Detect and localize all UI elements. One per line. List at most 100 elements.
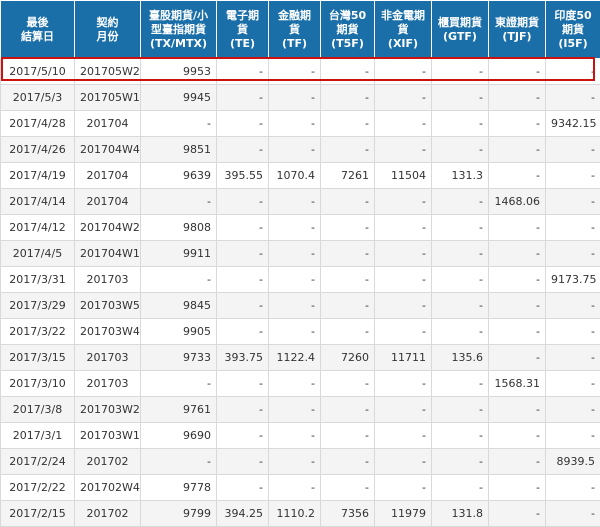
tx-mtx-cell: - (141, 111, 217, 137)
gtf-cell: - (432, 267, 489, 293)
tjf-cell: - (489, 501, 546, 527)
table-row: 2017/3/1201703W19690------- (1, 423, 600, 449)
t5f-cell: - (321, 449, 375, 475)
gtf-cell: - (432, 85, 489, 111)
contract-month-cell: 201703W4 (75, 319, 141, 345)
table-row: 2017/4/26201704W49851------- (1, 137, 600, 163)
header-settlement-date: 最後結算日 (1, 1, 75, 59)
header-contract-month: 契約月份 (75, 1, 141, 59)
contract-month-cell: 201704W4 (75, 137, 141, 163)
table-row: 2017/4/28201704-------9342.15 (1, 111, 600, 137)
tx-mtx-cell: - (141, 267, 217, 293)
header-line: (TJF) (491, 30, 543, 44)
tf-cell: - (269, 241, 321, 267)
i5f-cell: - (546, 475, 600, 501)
tjf-cell: - (489, 59, 546, 85)
i5f-cell: - (546, 423, 600, 449)
tx-mtx-cell: 9845 (141, 293, 217, 319)
contract-month-cell: 201703 (75, 267, 141, 293)
tjf-cell: - (489, 449, 546, 475)
xif-cell: - (375, 267, 432, 293)
header-line: 印度50 (548, 9, 598, 23)
t5f-cell: - (321, 241, 375, 267)
xif-cell: - (375, 319, 432, 345)
table-row: 2017/2/152017029799394.251110.2735611979… (1, 501, 600, 527)
contract-month-cell: 201703 (75, 345, 141, 371)
gtf-cell: 131.8 (432, 501, 489, 527)
header-te: 電子期貨(TE) (217, 1, 269, 59)
te-cell: - (217, 189, 269, 215)
gtf-cell: - (432, 293, 489, 319)
te-cell: 395.55 (217, 163, 269, 189)
tjf-cell: - (489, 423, 546, 449)
gtf-cell: 131.3 (432, 163, 489, 189)
tf-cell: - (269, 85, 321, 111)
header-line: 櫃買期貨 (434, 16, 486, 30)
settlement-date-cell: 2017/4/14 (1, 189, 75, 215)
settlement-date-cell: 2017/4/26 (1, 137, 75, 163)
header-row: 最後結算日 契約月份 臺股期貨/小型臺指期貨(TX/MTX) 電子期貨(TE) … (1, 1, 600, 59)
gtf-cell: 135.6 (432, 345, 489, 371)
tx-mtx-cell: 9953 (141, 59, 217, 85)
tf-cell: 1070.4 (269, 163, 321, 189)
header-line: 結算日 (3, 30, 72, 44)
te-cell: - (217, 397, 269, 423)
tjf-cell: 1468.06 (489, 189, 546, 215)
i5f-cell: - (546, 215, 600, 241)
gtf-cell: - (432, 241, 489, 267)
header-tf: 金融期貨(TF) (269, 1, 321, 59)
table-row: 2017/3/29201703W59845------- (1, 293, 600, 319)
gtf-cell: - (432, 319, 489, 345)
t5f-cell: - (321, 59, 375, 85)
table-header: 最後結算日 契約月份 臺股期貨/小型臺指期貨(TX/MTX) 電子期貨(TE) … (1, 1, 600, 59)
table-row: 2017/3/8201703W29761------- (1, 397, 600, 423)
tf-cell: 1122.4 (269, 345, 321, 371)
tx-mtx-cell: 9905 (141, 319, 217, 345)
t5f-cell: - (321, 371, 375, 397)
header-line: 非金電期 (377, 9, 429, 23)
xif-cell: - (375, 189, 432, 215)
t5f-cell: - (321, 215, 375, 241)
contract-month-cell: 201704W2 (75, 215, 141, 241)
te-cell: - (217, 59, 269, 85)
contract-month-cell: 201704 (75, 189, 141, 215)
i5f-cell: - (546, 293, 600, 319)
tf-cell: - (269, 319, 321, 345)
table-row: 2017/5/3201705W19945------- (1, 85, 600, 111)
header-line: (TF) (271, 37, 318, 51)
tf-cell: - (269, 267, 321, 293)
settlement-date-cell: 2017/3/15 (1, 345, 75, 371)
settlement-date-cell: 2017/3/8 (1, 397, 75, 423)
header-line: 東證期貨 (491, 16, 543, 30)
xif-cell: - (375, 293, 432, 319)
xif-cell: - (375, 423, 432, 449)
settlement-date-cell: 2017/2/24 (1, 449, 75, 475)
table-row: 2017/3/22201703W49905------- (1, 319, 600, 345)
xif-cell: 11504 (375, 163, 432, 189)
header-line: (TE) (219, 37, 266, 51)
xif-cell: 11979 (375, 501, 432, 527)
settlement-date-cell: 2017/3/10 (1, 371, 75, 397)
contract-month-cell: 201702W4 (75, 475, 141, 501)
table-row: 2017/3/152017039733393.751122.4726011711… (1, 345, 600, 371)
tjf-cell: - (489, 111, 546, 137)
te-cell: - (217, 449, 269, 475)
te-cell: - (217, 371, 269, 397)
gtf-cell: - (432, 59, 489, 85)
tf-cell: - (269, 293, 321, 319)
tf-cell: - (269, 137, 321, 163)
tjf-cell: - (489, 475, 546, 501)
tjf-cell: - (489, 319, 546, 345)
te-cell: - (217, 85, 269, 111)
i5f-cell: 9342.15 (546, 111, 600, 137)
xif-cell: 11711 (375, 345, 432, 371)
t5f-cell: 7261 (321, 163, 375, 189)
tjf-cell: - (489, 397, 546, 423)
te-cell: - (217, 319, 269, 345)
table-row: 2017/4/12201704W29808------- (1, 215, 600, 241)
contract-month-cell: 201705W1 (75, 85, 141, 111)
header-line: (T5F) (323, 37, 372, 51)
gtf-cell: - (432, 111, 489, 137)
gtf-cell: - (432, 423, 489, 449)
header-line: 期貨 (323, 23, 372, 37)
